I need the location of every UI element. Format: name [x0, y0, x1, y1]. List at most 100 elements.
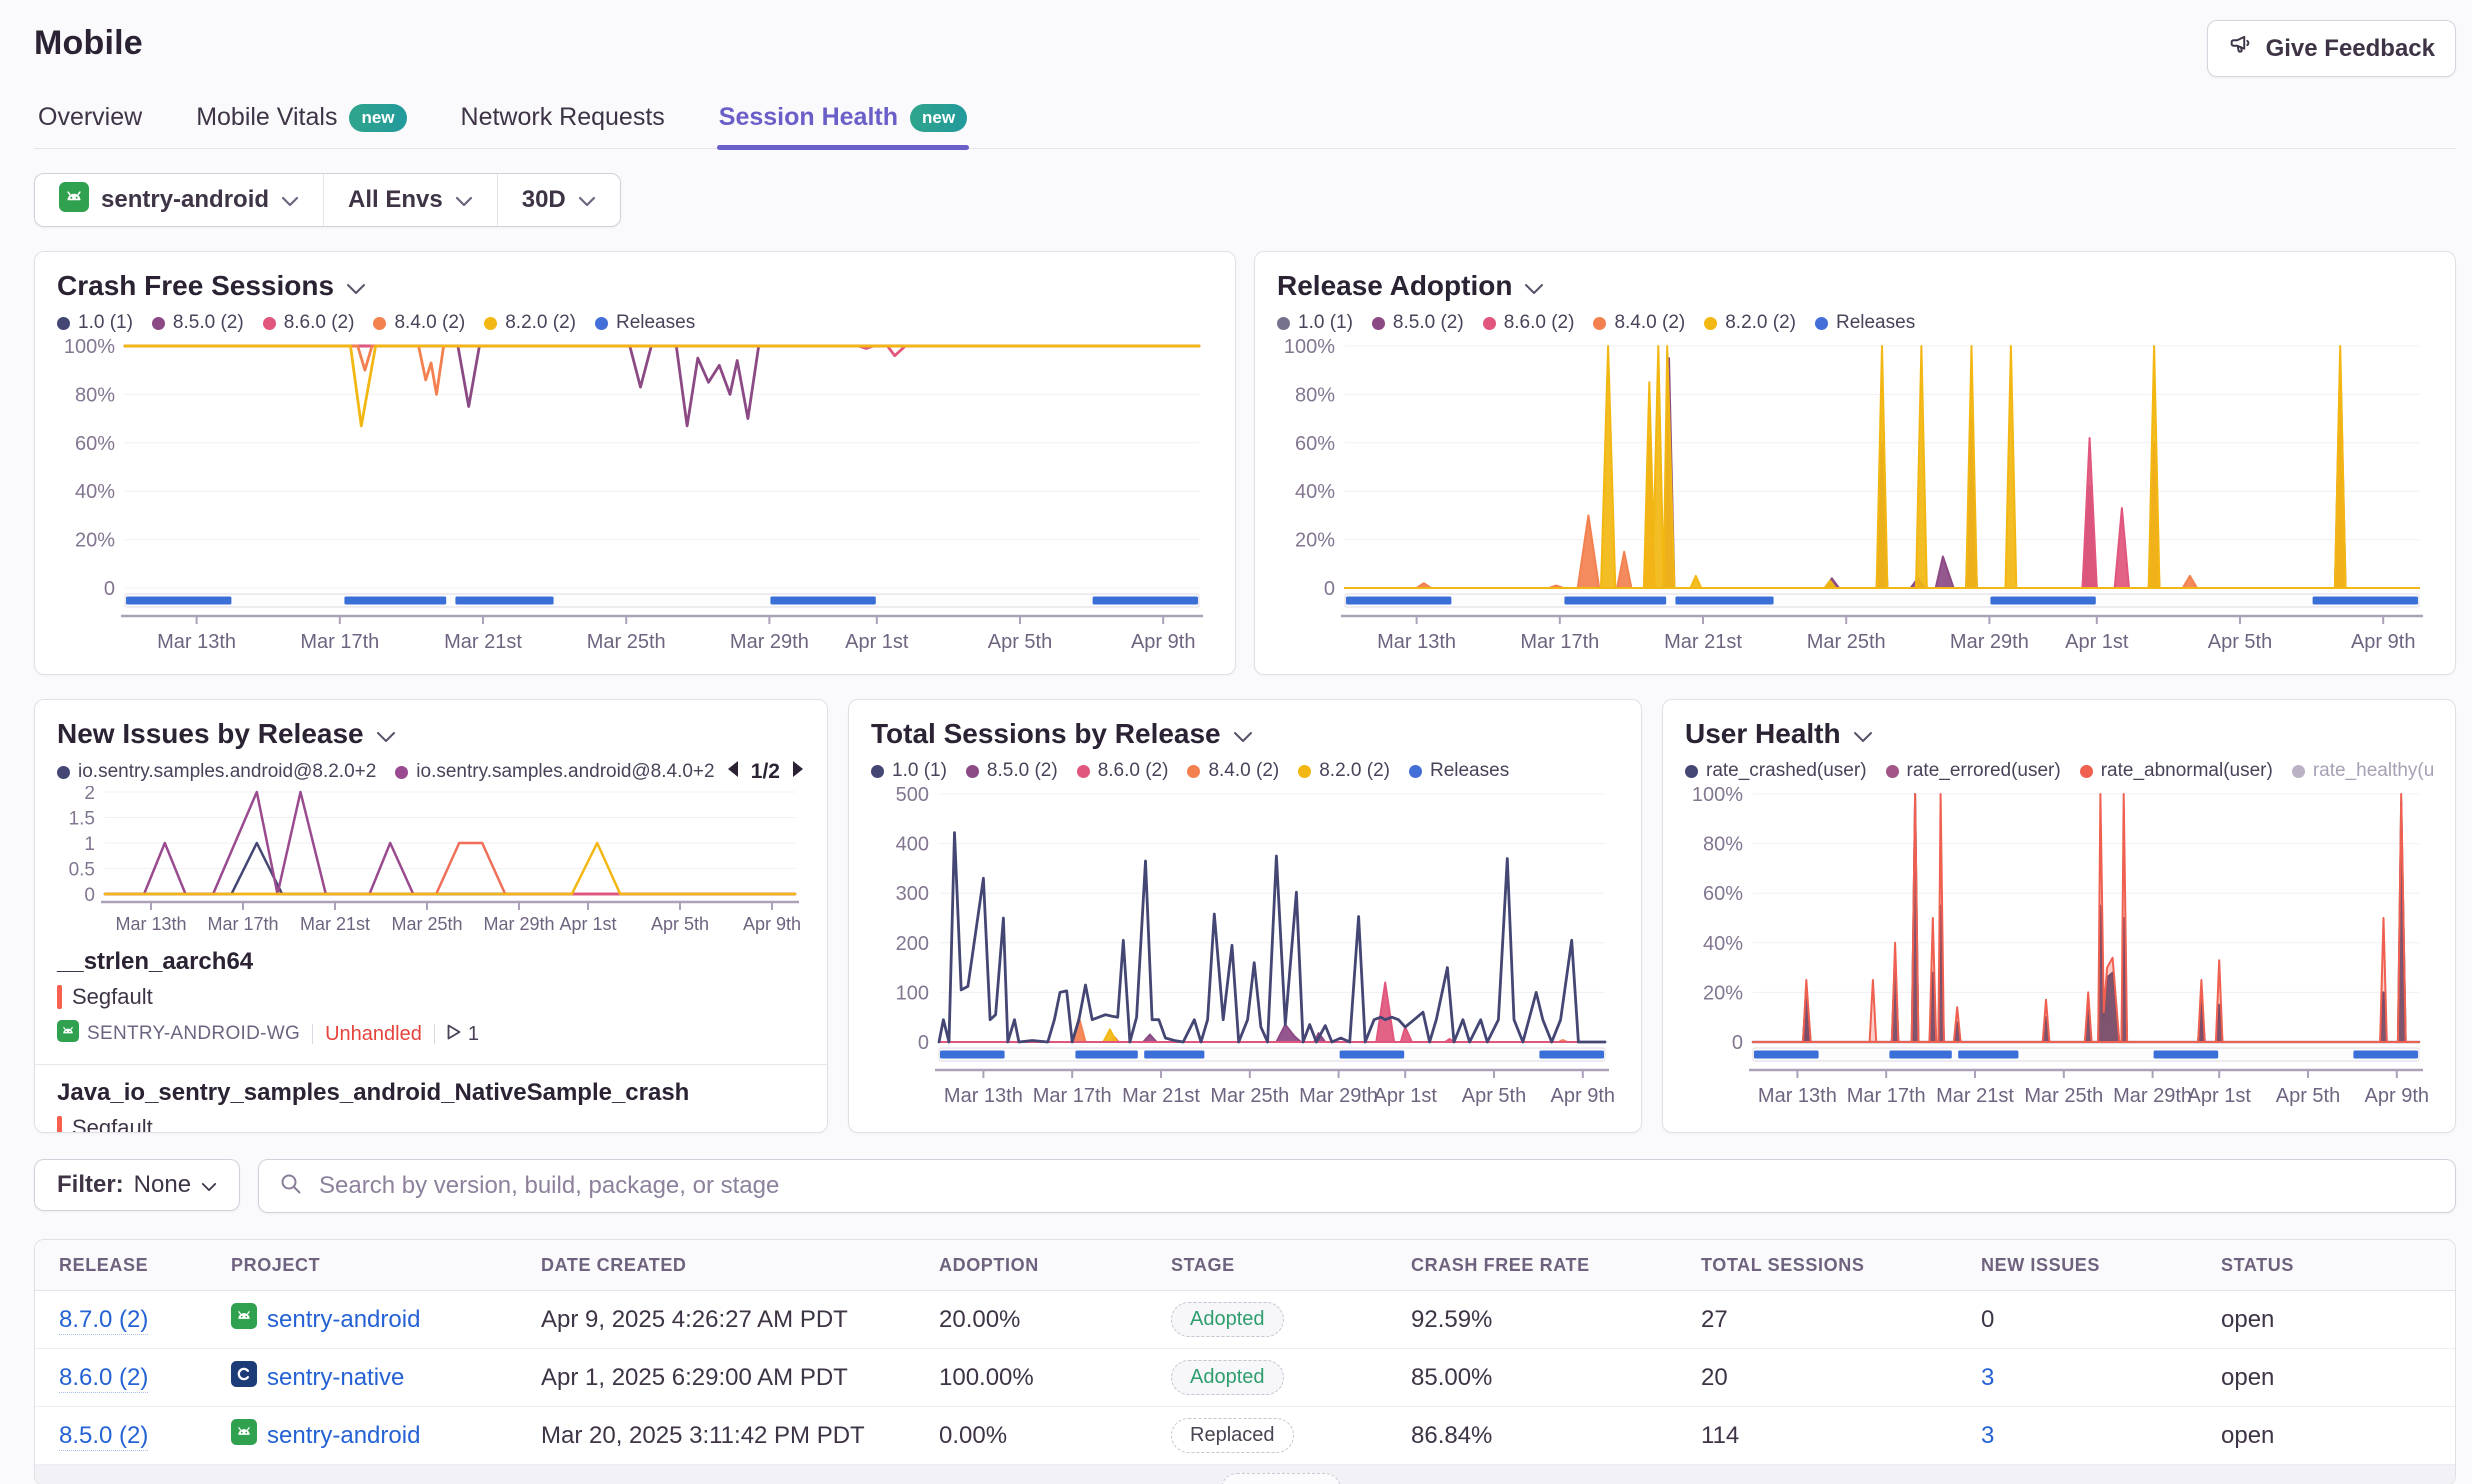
legend-item[interactable]: 1.0 (1) [57, 312, 133, 334]
new-issues-link[interactable]: 3 [1981, 1422, 1994, 1449]
release-adoption-title[interactable]: Release Adoption [1277, 270, 2433, 302]
legend-item[interactable]: 8.2.0 (2) [484, 312, 576, 334]
crash-free-sessions-title[interactable]: Crash Free Sessions [57, 270, 1213, 302]
svg-text:80%: 80% [75, 384, 115, 406]
release-adoption-chart[interactable]: 100%80%60%40%20%0Mar 13thMar 17thMar 21s… [1277, 338, 2433, 652]
user-health-title[interactable]: User Health [1685, 718, 2433, 750]
date-created-cell: Apr 9, 2025 4:26:27 AM PDT [541, 1306, 939, 1334]
legend-item[interactable]: rate_healthy(user) [2292, 760, 2433, 782]
legend-item[interactable]: 8.5.0 (2) [1372, 312, 1464, 334]
legend-item[interactable]: rate_errored(user) [1886, 760, 2061, 782]
tab-overview[interactable]: Overview [36, 95, 144, 148]
give-feedback-button[interactable]: Give Feedback [2207, 20, 2456, 77]
legend-item[interactable]: 8.6.0 (2) [1483, 312, 1575, 334]
legend-item[interactable]: 8.6.0 (2) [1077, 760, 1169, 782]
native-icon [231, 1361, 257, 1394]
total-sessions-chart[interactable]: 5004003002001000Mar 13thMar 17thMar 21st… [871, 786, 1619, 1106]
new-issues-cell: 0 [1981, 1306, 2221, 1334]
legend-item[interactable]: 1.0 (1) [871, 760, 947, 782]
environment-selector[interactable]: All Envs [323, 174, 497, 226]
svg-text:1: 1 [84, 834, 95, 855]
svg-text:0: 0 [84, 885, 95, 906]
svg-text:Mar 17th: Mar 17th [300, 631, 379, 652]
column-header-status: STATUS [2221, 1255, 2455, 1276]
issue-card[interactable]: Java_io_sentry_samples_android_NativeSam… [57, 1065, 805, 1133]
legend-dot-icon [1685, 765, 1698, 778]
chevron-down-icon [578, 186, 596, 214]
legend-dot-icon [1704, 317, 1717, 330]
legend-dot-icon [1409, 765, 1422, 778]
table-row: 8.7.0 (2) sentry-android Apr 9, 2025 4:2… [35, 1291, 2455, 1349]
new-issues-link[interactable]: 3 [1981, 1364, 1994, 1391]
chevron-left-icon[interactable] [726, 760, 739, 784]
svg-text:Mar 13th: Mar 13th [1377, 631, 1456, 652]
chevron-down-icon [281, 186, 299, 214]
tab-network-requests[interactable]: Network Requests [459, 95, 667, 148]
tab-mobile-vitals[interactable]: Mobile Vitalsnew [194, 95, 408, 148]
svg-text:Mar 29th: Mar 29th [2113, 1085, 2192, 1106]
legend-item[interactable]: Releases [1409, 760, 1509, 782]
legend-item[interactable]: 8.6.0 (2) [263, 312, 355, 334]
legend-item[interactable]: io.sentry.samples.android@8.2.0+2 [57, 761, 376, 783]
legend-item[interactable]: 8.4.0 (2) [1187, 760, 1279, 782]
legend-item[interactable]: Releases [595, 312, 695, 334]
issue-title[interactable]: __strlen_aarch64 [57, 948, 805, 976]
svg-text:400: 400 [896, 834, 929, 856]
issue-title[interactable]: Java_io_sentry_samples_android_NativeSam… [57, 1079, 805, 1107]
legend-item[interactable]: 8.5.0 (2) [152, 312, 244, 334]
android-icon [231, 1419, 257, 1452]
legend-item[interactable]: rate_abnormal(user) [2080, 760, 2273, 782]
tab-session-health[interactable]: Session Healthnew [717, 95, 969, 148]
date-range-selector[interactable]: 30D [497, 174, 620, 226]
new-issues-title[interactable]: New Issues by Release [57, 718, 805, 750]
session-health-page: Mobile Give Feedback Overview Mobile Vit… [0, 0, 2472, 1484]
column-header-stage: STAGE [1171, 1255, 1411, 1276]
svg-text:Mar 25th: Mar 25th [1807, 631, 1886, 652]
legend-dot-icon [1483, 317, 1496, 330]
release-adoption-panel: Release Adoption 1.0 (1) 8.5.0 (2) 8.6.0 (… [1254, 251, 2456, 675]
svg-text:40%: 40% [1295, 481, 1335, 503]
new-issues-chart[interactable]: 21.510.50Mar 13thMar 17thMar 21stMar 25t… [57, 786, 805, 934]
legend-item[interactable]: 1.0 (1) [1277, 312, 1353, 334]
svg-text:Mar 17th: Mar 17th [1033, 1085, 1112, 1106]
svg-text:Apr 9th: Apr 9th [1131, 631, 1195, 652]
column-header-release: RELEASE [35, 1255, 231, 1276]
legend-item[interactable]: 8.4.0 (2) [1593, 312, 1685, 334]
release-link[interactable]: 8.6.0 (2) [59, 1364, 148, 1393]
table-header-row: RELEASE PROJECT DATE CREATED ADOPTION ST… [35, 1240, 2455, 1291]
chevron-down-icon [1853, 718, 1873, 750]
issue-card[interactable]: __strlen_aarch64 Segfault SENTRY-ANDROID… [57, 934, 805, 1048]
project-link[interactable]: sentry-android [267, 1422, 420, 1450]
project-selector[interactable]: sentry-android [35, 174, 323, 226]
legend-item[interactable]: io.sentry.samples.android@8.4.0+2 [395, 761, 714, 783]
issue-error-type: Segfault [57, 984, 805, 1010]
legend-item[interactable]: 8.2.0 (2) [1298, 760, 1390, 782]
legend-label: 8.4.0 (2) [1614, 312, 1685, 334]
svg-text:80%: 80% [1295, 384, 1335, 406]
release-link[interactable]: 8.7.0 (2) [59, 1306, 148, 1335]
legend-item[interactable]: rate_crashed(user) [1685, 760, 1867, 782]
column-header-project: PROJECT [231, 1255, 541, 1276]
user-health-legend: rate_crashed(user) rate_errored(user) rate… [1685, 760, 2433, 782]
project-link[interactable]: sentry-android [267, 1306, 420, 1334]
chevron-right-icon[interactable] [792, 760, 805, 784]
crash-free-sessions-chart[interactable]: 100%80%60%40%20%0Mar 13thMar 17thMar 21s… [57, 338, 1213, 652]
filter-button[interactable]: Filter: None [34, 1159, 240, 1211]
legend-dot-icon [395, 766, 408, 779]
user-health-chart[interactable]: 100%80%60%40%20%0Mar 13thMar 17thMar 21s… [1685, 786, 2433, 1106]
legend-item[interactable]: 8.4.0 (2) [373, 312, 465, 334]
android-icon [57, 1020, 79, 1048]
table-row-partial [35, 1465, 2455, 1484]
total-sessions-title[interactable]: Total Sessions by Release [871, 718, 1619, 750]
search-input[interactable] [317, 1171, 2435, 1201]
release-link[interactable]: 8.5.0 (2) [59, 1422, 148, 1451]
svg-text:80%: 80% [1703, 834, 1743, 856]
legend-item[interactable]: 8.5.0 (2) [966, 760, 1058, 782]
legend-dot-icon [373, 317, 386, 330]
legend-item[interactable]: 8.2.0 (2) [1704, 312, 1796, 334]
svg-text:Mar 17th: Mar 17th [207, 914, 278, 934]
project-link[interactable]: sentry-native [267, 1364, 404, 1392]
svg-text:40%: 40% [75, 481, 115, 503]
legend-dot-icon [1077, 765, 1090, 778]
legend-item[interactable]: Releases [1815, 312, 1915, 334]
